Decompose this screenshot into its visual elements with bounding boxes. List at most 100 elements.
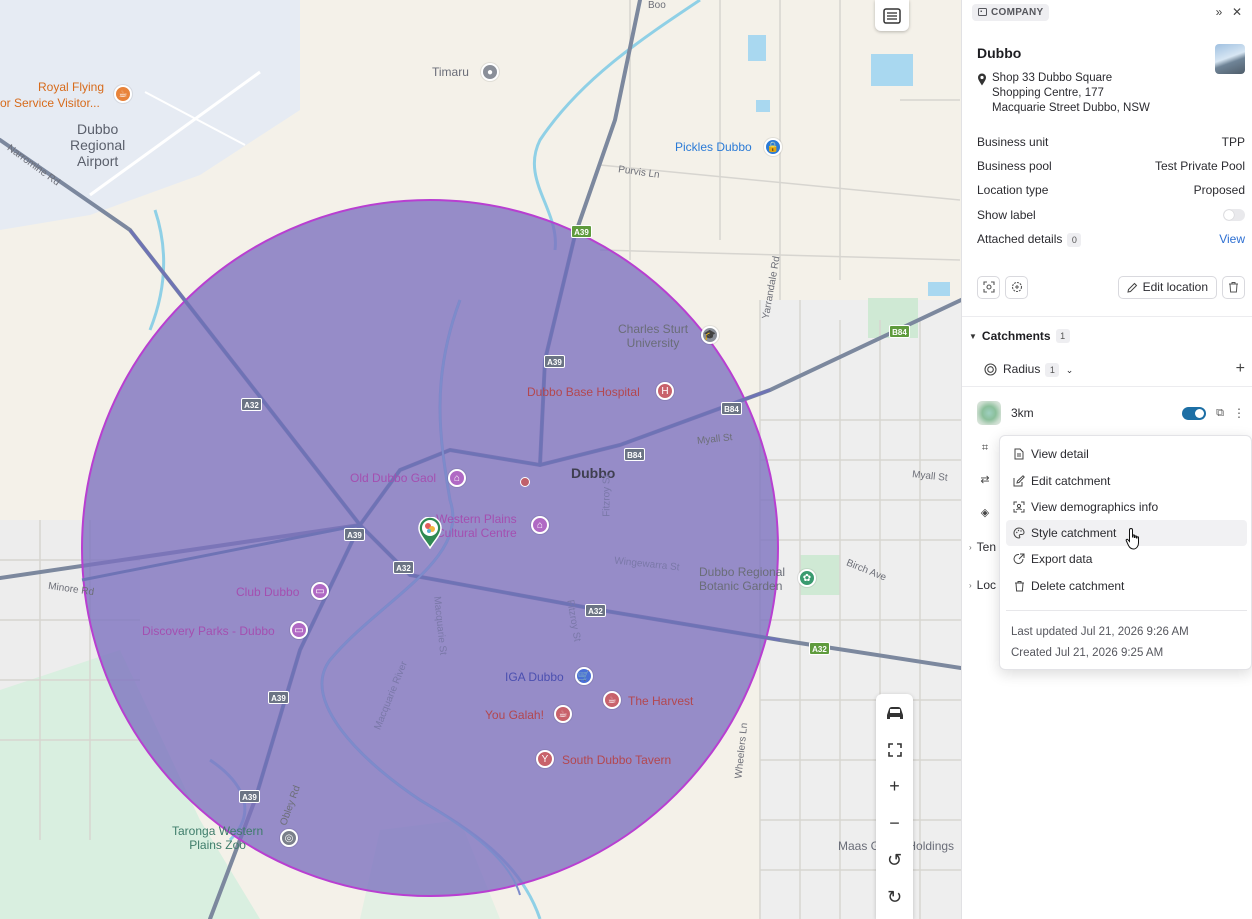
rotate-left-button[interactable]: ↺ <box>876 842 913 879</box>
radius-label: Radius <box>1003 361 1041 376</box>
target-icon <box>982 281 995 293</box>
rotate-ccw-icon: ↺ <box>886 850 903 870</box>
business-unit-label: Business unit <box>977 135 1049 149</box>
caret-down-icon: ▼ <box>969 331 977 341</box>
open-external-icon[interactable]: ⧉ <box>1216 407 1224 420</box>
business-pool-label: Business pool <box>977 159 1052 173</box>
show-label-label: Show label <box>977 208 1036 222</box>
export-icon <box>1013 553 1025 565</box>
locations-section-toggle[interactable]: › Loc <box>969 577 996 593</box>
car-travel-button[interactable] <box>876 694 913 731</box>
gallery-poi-icon[interactable]: ⌂ <box>531 516 549 534</box>
map-label-club-dubbo: Club Dubbo <box>236 585 300 599</box>
business-unit-value: TPP <box>1221 135 1245 149</box>
location-thumbnail[interactable] <box>1215 44 1245 74</box>
focus-location-button[interactable] <box>977 275 1000 299</box>
caret-right-icon: › <box>969 580 972 590</box>
cart-poi-icon[interactable]: 🛒 <box>575 667 593 685</box>
map-label-service-visitor: or Service Visitor... <box>0 96 100 110</box>
location-type-row: Location type Proposed <box>977 182 1245 198</box>
zoo-poi-icon[interactable]: ◎ <box>280 829 298 847</box>
place-poi-icon[interactable]: ● <box>481 63 499 81</box>
radius-dropdown[interactable]: Radius 1 ⌄ <box>1003 362 1073 377</box>
attached-details-label: Attached details <box>977 231 1063 246</box>
map-canvas[interactable]: Royal Flying or Service Visitor... ☕ Dub… <box>0 0 961 919</box>
attached-details-view-link[interactable]: View <box>1219 232 1245 246</box>
menu-edit-catchment-label: Edit catchment <box>1031 474 1111 488</box>
collapse-panel-button[interactable]: » <box>1210 3 1228 21</box>
menu-delete-catchment[interactable]: Delete catchment <box>1006 573 1247 599</box>
road-shield-a32-left: A32 <box>241 398 262 411</box>
club-poi-icon[interactable]: ▭ <box>311 582 329 600</box>
map-controls: + − ↺ ↻ <box>876 694 913 919</box>
last-updated-text: Last updated Jul 21, 2026 9:26 AM <box>1011 626 1189 638</box>
road-shield-b84-right: B84 <box>889 325 910 338</box>
map-label-you-galah: You Galah! <box>485 708 544 722</box>
show-label-toggle[interactable] <box>1223 209 1245 221</box>
pin-icon <box>978 73 986 86</box>
business-pool-value: Test Private Pool <box>1154 159 1245 173</box>
lodging-poi-icon[interactable]: ▭ <box>290 621 308 639</box>
menu-view-demographics[interactable]: View demographics info <box>1006 494 1247 520</box>
add-radius-button[interactable]: + <box>1236 360 1245 378</box>
road-shield-a39-top: A39 <box>571 225 592 238</box>
hospital-poi-icon[interactable]: H <box>656 382 674 400</box>
panel-header: COMPANY » ✕ <box>972 3 1246 21</box>
menu-view-detail[interactable]: View detail <box>1006 441 1247 467</box>
edit-location-label: Edit location <box>1142 280 1208 294</box>
map-label-western-plains: Western Plains Cultural Centre <box>436 512 517 540</box>
add-catchment-button[interactable] <box>1005 275 1028 299</box>
menu-view-demographics-label: View demographics info <box>1031 500 1159 514</box>
menu-style-catchment-label: Style catchment <box>1031 526 1117 540</box>
edit-icon <box>1013 475 1025 487</box>
map-label-charles-sturt: Charles Sturt University <box>618 322 689 350</box>
location-marker-icon[interactable] <box>418 517 442 549</box>
catchment-visibility-toggle[interactable] <box>1182 406 1207 420</box>
bar-poi-icon[interactable]: Y <box>536 750 554 768</box>
rotate-right-button[interactable]: ↻ <box>876 879 913 916</box>
fullscreen-button[interactable] <box>876 731 913 768</box>
pencil-icon <box>1126 282 1137 293</box>
cafe-poi-icon[interactable]: ☕ <box>114 85 132 103</box>
delete-location-button[interactable] <box>1222 275 1245 299</box>
list-icon <box>883 7 901 24</box>
close-panel-button[interactable]: ✕ <box>1228 3 1246 21</box>
tenants-label: Ten <box>976 540 997 554</box>
business-unit-row: Business unit TPP <box>977 134 1245 150</box>
attached-details-row: Attached details 0 View <box>977 231 1245 247</box>
menu-edit-catchment[interactable]: Edit catchment <box>1006 468 1247 494</box>
zoom-out-button[interactable]: − <box>876 805 913 842</box>
tenants-section-toggle[interactable]: › Ten <box>969 539 996 555</box>
map-label-taronga: Taronga Western Plains Zoo <box>172 824 264 852</box>
university-poi-icon[interactable]: 🎓 <box>701 326 719 344</box>
map-label-royal-flying: Royal Flying <box>38 80 105 94</box>
cafe-galah-poi-icon[interactable]: ☕ <box>554 705 572 723</box>
garden-poi-icon[interactable]: ✿ <box>798 569 816 587</box>
museum-poi-icon[interactable]: ⌂ <box>448 469 466 487</box>
catchment-circle[interactable] <box>0 0 961 919</box>
map-label-fitzroy-1: Fitzroy St <box>601 474 613 517</box>
double-chevron-right-icon: » <box>1215 5 1223 19</box>
list-view-toggle-button[interactable] <box>875 0 909 31</box>
radius-count: 1 <box>1045 362 1060 377</box>
address-line-3: Macquarie Street Dubbo, NSW <box>992 102 1150 114</box>
catchment-add-icon <box>1011 281 1022 293</box>
polygon-icon[interactable]: ⌗ <box>978 441 992 455</box>
restaurant-poi-icon[interactable]: ☕ <box>603 691 621 709</box>
catchment-item-3km[interactable]: 3km ⧉ ⋮ <box>977 401 1245 425</box>
scan-user-icon <box>1013 501 1025 513</box>
layers-icon[interactable]: ◈ <box>978 505 992 519</box>
road-shield-a39-bottom: A39 <box>239 790 260 803</box>
catchments-section-toggle[interactable]: ▼ Catchments 1 <box>969 328 1070 344</box>
plus-icon: + <box>889 776 900 796</box>
more-options-icon[interactable]: ⋮ <box>1233 406 1245 420</box>
location-address: Shop 33 Dubbo Square Shopping Centre, 17… <box>977 71 1150 116</box>
edit-location-button[interactable]: Edit location <box>1117 275 1217 299</box>
route-icon[interactable]: ⇄ <box>978 472 992 486</box>
map-label-discovery: Discovery Parks - Dubbo <box>142 624 275 638</box>
app: Royal Flying or Service Visitor... ☕ Dub… <box>0 0 1252 919</box>
small-poi-icon <box>520 477 530 487</box>
zoom-in-button[interactable]: + <box>876 768 913 805</box>
expand-icon <box>887 742 902 757</box>
lock-poi-icon[interactable]: 🔒 <box>764 138 782 156</box>
